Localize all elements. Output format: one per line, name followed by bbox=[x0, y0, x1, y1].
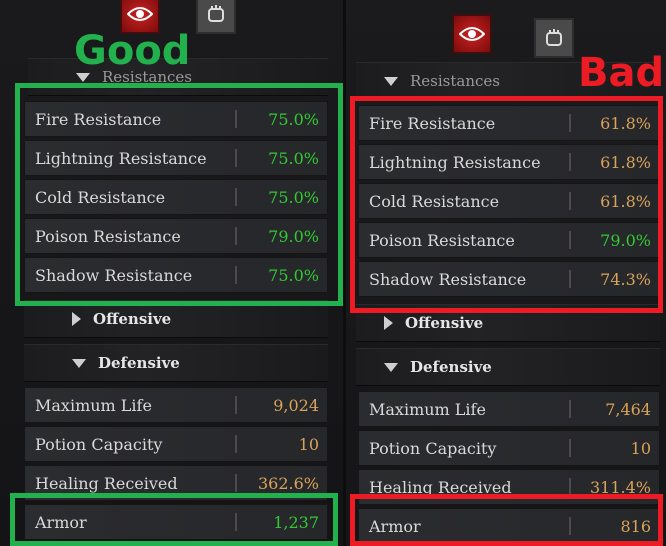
left-materials-tab[interactable] bbox=[196, 0, 236, 34]
stat-value: 9,024 bbox=[273, 395, 319, 415]
good-armor-highlight bbox=[10, 493, 338, 546]
section-label: Offensive bbox=[93, 310, 172, 328]
stat-name: Maximum Life bbox=[35, 395, 152, 415]
bad-resistances-highlight bbox=[350, 96, 663, 313]
row-divider bbox=[235, 474, 237, 492]
eye-icon bbox=[127, 6, 153, 22]
section-label: Offensive bbox=[405, 314, 484, 332]
stat-row-maximum-life: Maximum Life 7,464 bbox=[358, 391, 660, 427]
chevron-down-icon bbox=[384, 362, 398, 372]
stat-row-potion-capacity: Potion Capacity 10 bbox=[24, 426, 328, 462]
right-materials-tab[interactable] bbox=[534, 18, 574, 58]
stat-row-potion-capacity: Potion Capacity 10 bbox=[358, 430, 660, 466]
chevron-down-icon bbox=[384, 76, 398, 86]
stat-value: 10 bbox=[630, 438, 651, 458]
stat-value: 10 bbox=[298, 434, 319, 454]
row-divider bbox=[569, 400, 571, 418]
eye-icon bbox=[459, 26, 485, 42]
hand-icon bbox=[205, 3, 227, 25]
section-label: Defensive bbox=[98, 354, 180, 372]
right-stats-tab[interactable] bbox=[452, 14, 492, 54]
stat-name: Potion Capacity bbox=[369, 438, 497, 458]
right-tab-bar bbox=[452, 0, 582, 58]
row-divider bbox=[569, 439, 571, 457]
hand-icon bbox=[543, 27, 565, 49]
stat-value: 362.6% bbox=[257, 473, 319, 493]
good-label: Good bbox=[74, 28, 191, 74]
stat-name: Maximum Life bbox=[369, 399, 486, 419]
row-divider bbox=[235, 435, 237, 453]
good-resistances-highlight bbox=[15, 83, 343, 306]
stat-name: Healing Received bbox=[35, 473, 178, 493]
stat-row-maximum-life: Maximum Life 9,024 bbox=[24, 387, 328, 423]
left-defensive-header[interactable]: Defensive bbox=[24, 344, 328, 382]
right-defensive-header[interactable]: Defensive bbox=[356, 348, 660, 386]
row-divider bbox=[235, 396, 237, 414]
stat-name: Potion Capacity bbox=[35, 434, 163, 454]
chevron-down-icon bbox=[72, 358, 86, 368]
stat-value: 7,464 bbox=[605, 399, 651, 419]
section-label: Defensive bbox=[410, 358, 492, 376]
chevron-right-icon bbox=[384, 316, 393, 330]
bad-label: Bad bbox=[578, 50, 665, 96]
bad-armor-highlight bbox=[350, 494, 663, 546]
chevron-right-icon bbox=[72, 312, 81, 326]
section-label: Resistances bbox=[410, 72, 500, 90]
